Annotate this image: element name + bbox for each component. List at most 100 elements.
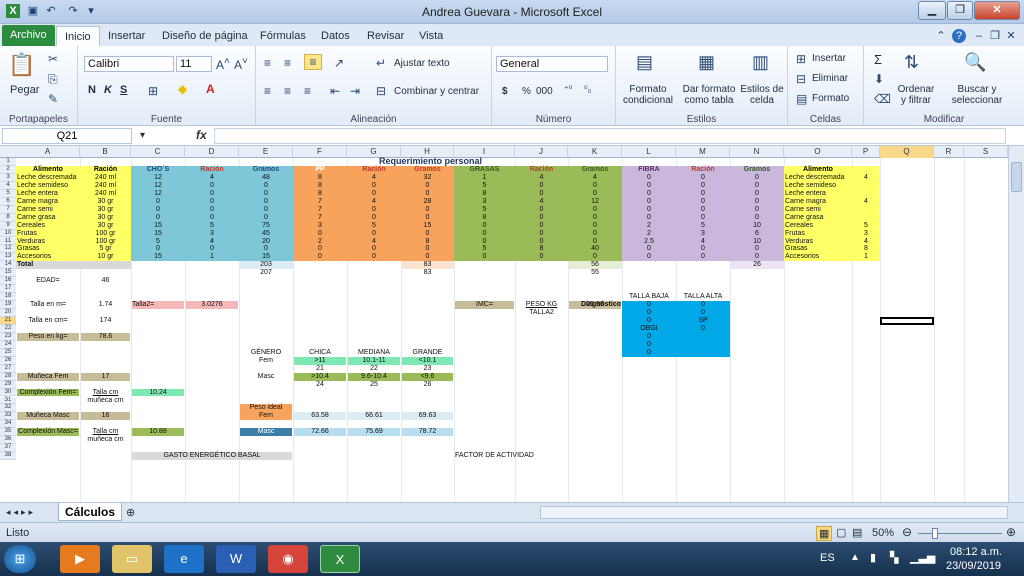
row-header-14[interactable]: 14 bbox=[0, 261, 16, 270]
cell[interactable]: OBGI bbox=[623, 325, 675, 332]
cell[interactable]: 78.72 bbox=[402, 428, 453, 437]
data-cell[interactable]: 0 bbox=[569, 253, 621, 260]
imc-label[interactable]: IMC= bbox=[455, 301, 514, 310]
data-cell[interactable]: 0 bbox=[623, 206, 675, 213]
row-header-32[interactable]: 32 bbox=[0, 404, 16, 413]
font-color-icon[interactable]: A bbox=[206, 82, 215, 96]
data-cell[interactable]: 2 bbox=[623, 222, 675, 229]
paste-icon[interactable]: 📋 bbox=[8, 52, 36, 80]
close-button[interactable]: ✕ bbox=[974, 1, 1020, 20]
row-header-3[interactable]: 3 bbox=[0, 173, 16, 182]
row-header-18[interactable]: 18 bbox=[0, 293, 16, 302]
cell[interactable]: 0 bbox=[623, 341, 675, 348]
data-cell[interactable]: 4 bbox=[677, 238, 729, 245]
total-gramos-grasas[interactable]: 56 bbox=[569, 261, 621, 268]
header-1[interactable]: Ración bbox=[81, 166, 130, 173]
horizontal-scrollbar[interactable] bbox=[540, 506, 1008, 519]
data-cell[interactable]: Leche descremada bbox=[17, 174, 79, 181]
cell[interactable]: >11 bbox=[294, 356, 346, 365]
scroll-thumb[interactable] bbox=[1011, 162, 1022, 192]
thousands-button[interactable]: 000 bbox=[536, 86, 553, 97]
data-cell[interactable]: 0 bbox=[402, 253, 453, 260]
cell[interactable]: Peso en kg= bbox=[17, 332, 79, 341]
row-header-16[interactable]: 16 bbox=[0, 277, 16, 286]
row-header-35[interactable]: 35 bbox=[0, 428, 16, 437]
data-cell[interactable]: 0 bbox=[294, 230, 346, 237]
cell[interactable]: Masc bbox=[240, 428, 292, 437]
data-cell[interactable]: Carne magra bbox=[17, 198, 79, 205]
data-cell[interactable]: 0 bbox=[516, 206, 567, 213]
data-cell[interactable]: 240 ml bbox=[81, 174, 130, 181]
data-cell[interactable]: 30 gr bbox=[81, 206, 130, 213]
data-cell[interactable]: 0 bbox=[731, 190, 783, 197]
data-cell[interactable]: 0 bbox=[516, 182, 567, 189]
maximize-button[interactable]: ❐ bbox=[947, 1, 973, 20]
data-cell[interactable]: 0 bbox=[294, 245, 346, 252]
cell[interactable] bbox=[677, 349, 729, 356]
cell[interactable]: 75.69 bbox=[348, 428, 400, 437]
data-cell[interactable]: Leche entera bbox=[17, 190, 79, 197]
data-cell[interactable]: 4 bbox=[516, 174, 567, 181]
cell[interactable]: CHICA bbox=[294, 349, 346, 356]
data-cell[interactable]: 12 bbox=[132, 174, 184, 181]
data-cell[interactable]: 3 bbox=[455, 198, 514, 205]
data-cell[interactable]: 0 bbox=[677, 198, 729, 205]
data-cell[interactable]: 4 bbox=[186, 238, 238, 245]
data-cell[interactable]: 0 bbox=[731, 245, 783, 252]
row-header-2[interactable]: 2 bbox=[0, 165, 16, 174]
data-cell[interactable]: Verduras bbox=[17, 238, 79, 245]
cell[interactable]: <9.6 bbox=[402, 372, 453, 381]
paste-button[interactable]: Pegar bbox=[10, 84, 39, 96]
header-2[interactable]: CHO´S bbox=[132, 166, 184, 173]
format-button[interactable]: Formato bbox=[812, 93, 849, 104]
row-header-24[interactable]: 24 bbox=[0, 340, 16, 349]
cell[interactable]: 10.1-11 bbox=[348, 356, 400, 365]
data-cell[interactable]: 0 bbox=[348, 214, 400, 221]
decrease-indent-icon[interactable]: ⇤ bbox=[330, 84, 340, 98]
data-cell[interactable]: 0 bbox=[623, 245, 675, 252]
data-cell[interactable]: 2 bbox=[623, 230, 675, 237]
tray-arrow-icon[interactable]: ▲ bbox=[850, 552, 860, 563]
cell[interactable]: TALLA BAJA bbox=[623, 293, 675, 300]
data-cell[interactable]: 0 bbox=[677, 245, 729, 252]
cell[interactable]: 21 bbox=[294, 365, 346, 372]
tab-diseno[interactable]: Diseño de página bbox=[154, 26, 256, 46]
cell[interactable]: TALLA ALTA bbox=[677, 293, 729, 300]
data-cell[interactable]: 2 bbox=[294, 238, 346, 245]
data-cell[interactable]: 7 bbox=[294, 198, 346, 205]
data-cell[interactable]: 32 bbox=[402, 174, 453, 181]
row-header-31[interactable]: 31 bbox=[0, 396, 16, 405]
data-cell[interactable]: Carne grasa bbox=[785, 214, 851, 221]
cell[interactable]: Complexión Masc= bbox=[17, 428, 79, 437]
data-cell[interactable]: 5 bbox=[853, 222, 879, 229]
data-cell[interactable]: 0 bbox=[516, 230, 567, 237]
cell[interactable]: Muñeca Masc bbox=[17, 412, 79, 421]
data-cell[interactable]: 0 bbox=[516, 190, 567, 197]
copy-icon[interactable]: ⎘ bbox=[48, 72, 58, 87]
data-cell[interactable]: 0 bbox=[186, 206, 238, 213]
cell[interactable]: GÉNERO bbox=[240, 349, 292, 356]
data-cell[interactable]: 8 bbox=[294, 182, 346, 189]
data-cell[interactable]: 0 bbox=[731, 198, 783, 205]
data-cell[interactable]: 0 bbox=[455, 222, 514, 229]
conditional-format-icon[interactable]: ▤ bbox=[636, 52, 653, 73]
tray-network-icon[interactable]: ▚ bbox=[890, 551, 898, 564]
header-8[interactable]: GRASAS bbox=[455, 166, 514, 173]
row-header-4[interactable]: 4 bbox=[0, 181, 16, 190]
data-cell[interactable]: 15 bbox=[132, 253, 184, 260]
tab-insertar[interactable]: Insertar bbox=[100, 26, 153, 46]
data-cell[interactable] bbox=[853, 206, 879, 213]
data-cell[interactable]: Frutas bbox=[785, 230, 851, 237]
grow-font-icon[interactable]: A˄ bbox=[216, 56, 230, 72]
data-cell[interactable]: Cereales bbox=[17, 222, 79, 229]
data-cell[interactable]: 3 bbox=[677, 230, 729, 237]
insert-function-button[interactable]: fx bbox=[196, 128, 207, 142]
cell[interactable]: Peso ideal bbox=[240, 404, 292, 413]
cell[interactable]: 16 bbox=[81, 412, 130, 421]
tray-signal-icon[interactable]: ▁▃▅ bbox=[910, 551, 935, 564]
total-gramos-pp[interactable]: 83 bbox=[402, 261, 453, 268]
column-header-N[interactable]: N bbox=[730, 146, 784, 158]
data-cell[interactable]: 0 bbox=[186, 182, 238, 189]
header-12[interactable]: Ración bbox=[677, 166, 729, 173]
currency-button[interactable]: $ bbox=[502, 86, 508, 97]
